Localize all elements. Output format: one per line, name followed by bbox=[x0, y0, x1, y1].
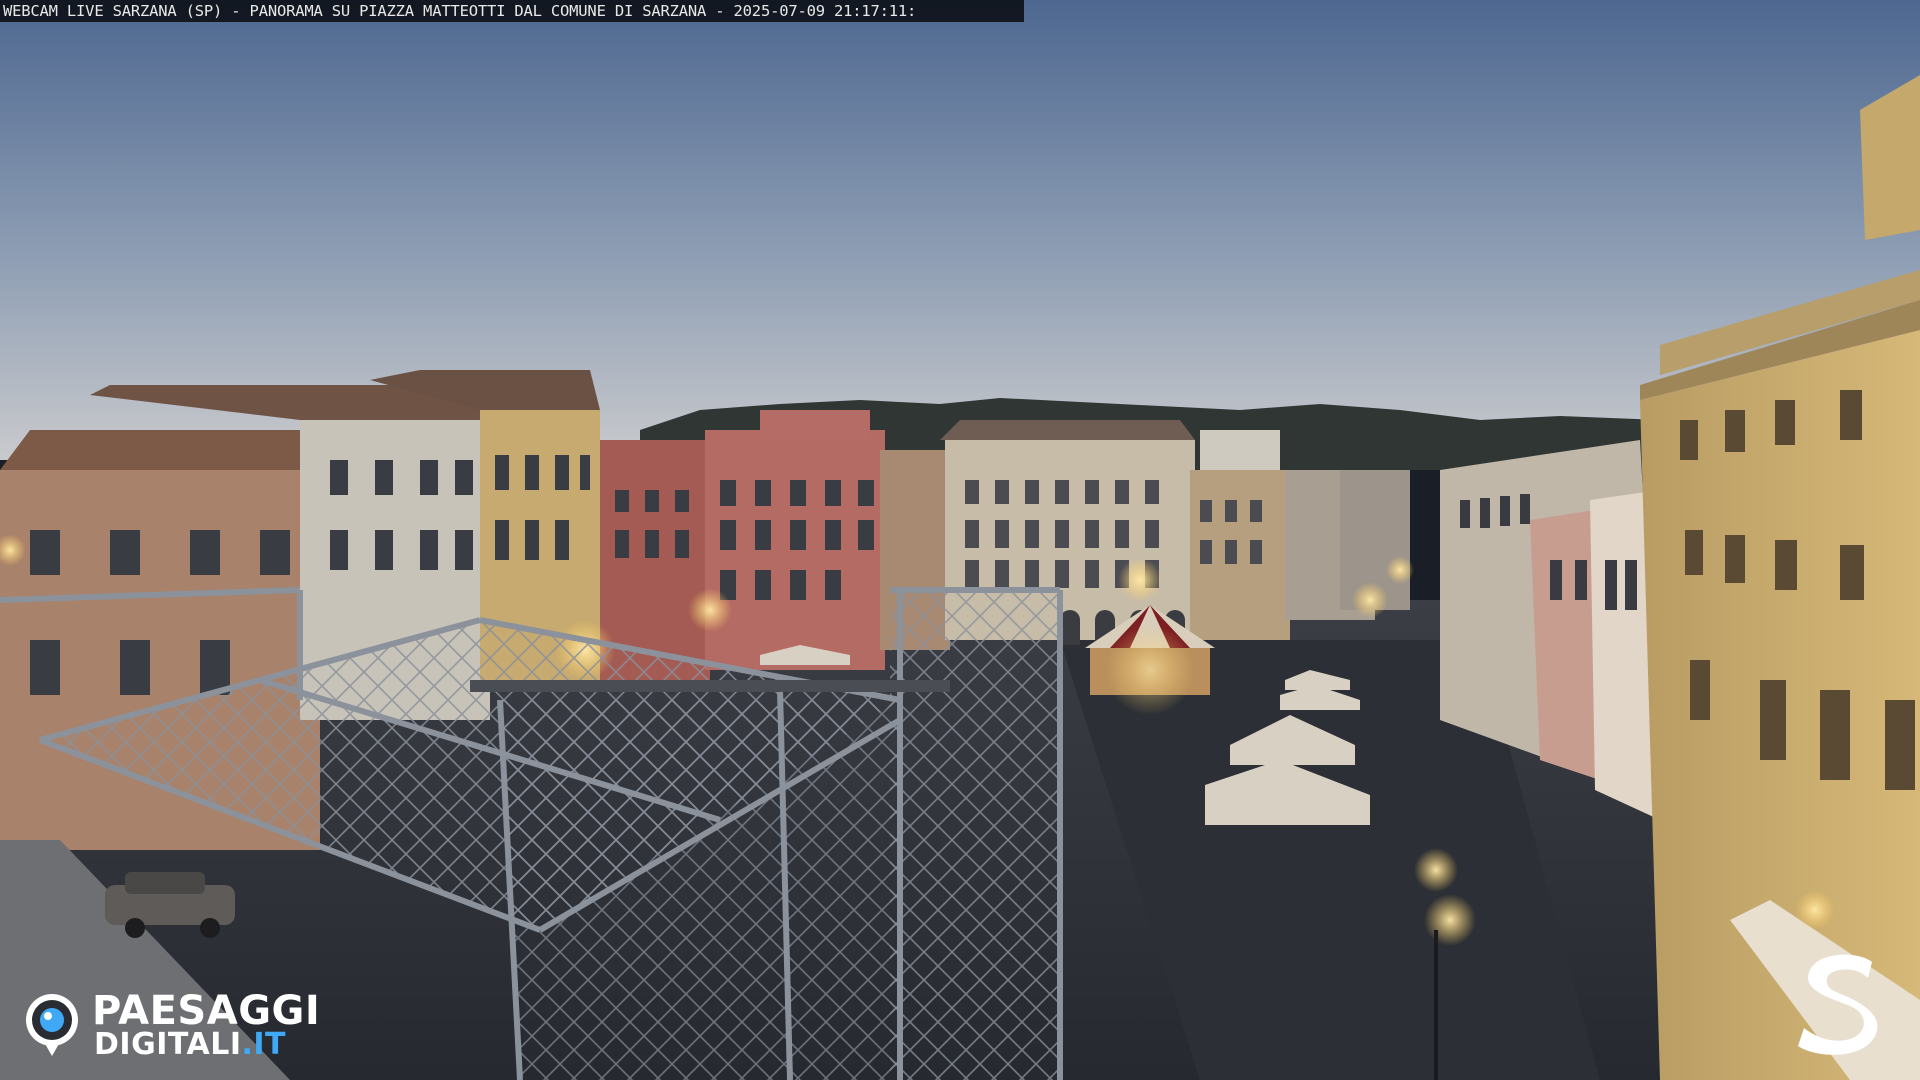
logo-brand-line2: DIGITALI.IT bbox=[94, 1028, 286, 1062]
caption-text: WEBCAM LIVE SARZANA (SP) - PANORAMA SU P… bbox=[3, 2, 917, 20]
webcam-scene bbox=[0, 0, 1920, 1080]
camera-lens-icon bbox=[26, 994, 78, 1056]
logo-brand-line2-suffix: .IT bbox=[241, 1027, 287, 1062]
letter-s-logo bbox=[1798, 954, 1878, 1055]
logo-brand-line2-main: DIGITALI bbox=[94, 1027, 242, 1062]
webcam-caption: WEBCAM LIVE SARZANA (SP) - PANORAMA SU P… bbox=[0, 0, 1024, 22]
paesaggi-digitali-logo: PAESAGGI DIGITALI.IT bbox=[24, 990, 344, 1062]
logo-brand-line1: PAESAGGI bbox=[92, 988, 321, 1034]
